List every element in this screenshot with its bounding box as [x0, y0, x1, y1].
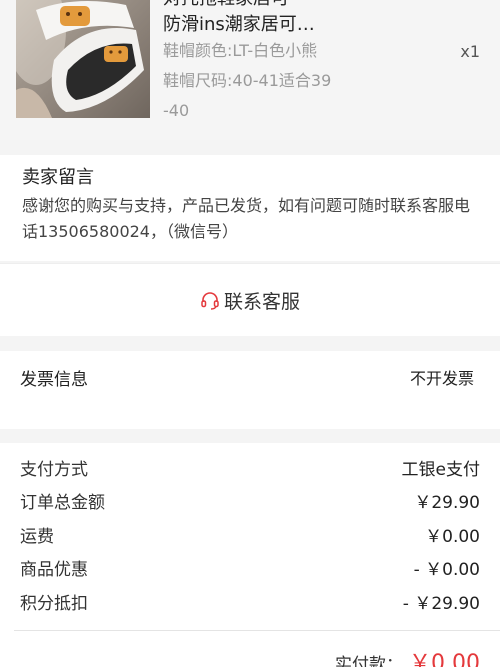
- summary-row-shipping: 运费 ￥0.00: [20, 522, 480, 552]
- summary-key: 订单总金额: [20, 493, 105, 513]
- product-title-line: 防滑ins潮家居可…: [163, 14, 315, 35]
- product-attr-size: 鞋帽尺码:40-41适合39: [163, 71, 332, 90]
- summary-key: 积分抵扣: [20, 594, 88, 614]
- product-title[interactable]: 对托拖鞋家居可 防滑ins潮家居可…: [163, 0, 423, 38]
- contact-service-label: 联系客服: [223, 291, 300, 313]
- summary-key: 运费: [20, 527, 54, 547]
- summary-value: ￥0.00: [425, 527, 480, 547]
- summary-value: - ￥29.90: [402, 594, 480, 614]
- invoice-label: 发票信息: [20, 370, 88, 390]
- product-attr-color: 鞋帽颜色:LT-白色小熊: [163, 41, 318, 60]
- summary-value: ￥29.90: [414, 493, 480, 513]
- order-product-item[interactable]: 对托拖鞋家居可 防滑ins潮家居可… 鞋帽颜色:LT-白色小熊 鞋帽尺码:40-…: [0, 0, 500, 140]
- summary-value: - ￥0.00: [413, 560, 480, 580]
- seller-message-text: 感谢您的购买与支持，产品已发货，如有问题可随时联系客服电话13506580024…: [22, 196, 471, 241]
- product-thumbnail[interactable]: [16, 0, 150, 118]
- product-attr-size-cont: -40: [163, 101, 190, 120]
- summary-key: 商品优惠: [20, 560, 88, 580]
- product-title-line-top: 对托拖鞋家居可: [163, 0, 423, 12]
- headset-icon: [201, 291, 219, 310]
- order-summary: 支付方式 工银e支付 订单总金额 ￥29.90 运费 ￥0.00 商品优惠 - …: [0, 443, 500, 667]
- contact-service-button[interactable]: 联系客服: [0, 264, 500, 337]
- paid-amount: ￥0.00: [409, 651, 480, 667]
- summary-divider: [14, 630, 500, 631]
- invoice-value: 不开发票: [409, 369, 474, 388]
- product-quantity: x1: [460, 42, 480, 61]
- contact-section: 联系客服: [0, 263, 500, 336]
- summary-value: 工银e支付: [401, 460, 480, 480]
- summary-key: 支付方式: [20, 460, 88, 480]
- invoice-section[interactable]: 发票信息 不开发票: [0, 351, 500, 429]
- summary-row-discount: 商品优惠 - ￥0.00: [20, 555, 480, 585]
- summary-row-points-deduction: 积分抵扣 - ￥29.90: [20, 589, 480, 619]
- paid-amount-row: 实付款： ￥0.00: [335, 645, 480, 667]
- summary-row-payment-method: 支付方式 工银e支付: [20, 455, 480, 485]
- slipper-image: [16, 0, 144, 118]
- paid-label: 实付款：: [335, 655, 403, 667]
- seller-message-section: 卖家留言 感谢您的购买与支持，产品已发货，如有问题可随时联系客服电话135065…: [0, 155, 500, 261]
- seller-message-heading: 卖家留言: [22, 167, 94, 188]
- summary-row-order-total: 订单总金额 ￥29.90: [20, 488, 480, 518]
